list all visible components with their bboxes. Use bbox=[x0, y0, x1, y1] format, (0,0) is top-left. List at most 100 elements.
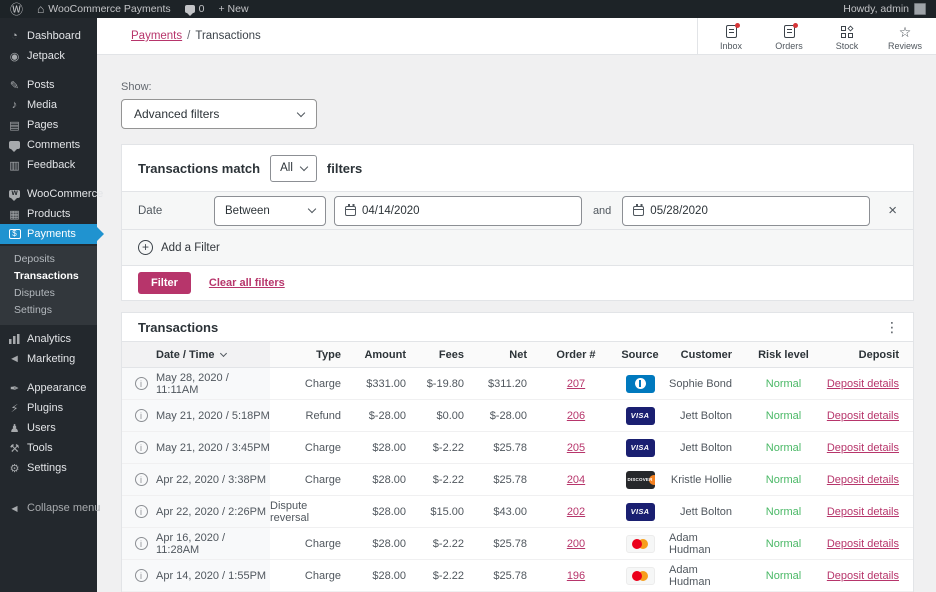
clear-all-filters-link[interactable]: Clear all filters bbox=[209, 277, 285, 289]
sidebar-item-products[interactable]: ▦ Products bbox=[0, 204, 97, 224]
cell-fees: $-2.22 bbox=[432, 537, 464, 550]
deposit-details-link[interactable]: Deposit details bbox=[827, 474, 899, 486]
date-operator-select[interactable]: Between bbox=[214, 195, 326, 226]
admin-sidebar: ◔ Dashboard ◉ Jetpack ✎ Posts ♪ Media ▤ Pages… bbox=[0, 18, 103, 592]
column-header-deposit[interactable]: Deposit bbox=[821, 342, 913, 367]
sidebar-item-posts[interactable]: ✎ Posts bbox=[0, 75, 97, 95]
filter-preset-area: Show: Advanced filters bbox=[97, 55, 936, 129]
column-header-type[interactable]: Type bbox=[270, 342, 355, 367]
sidebar-item-media[interactable]: ♪ Media bbox=[0, 95, 97, 115]
order-link[interactable]: 205 bbox=[567, 442, 585, 454]
sidebar-item-users[interactable]: ♟ Users bbox=[0, 418, 97, 438]
filter-preset-dropdown[interactable]: Advanced filters bbox=[121, 99, 317, 129]
sidebar-item-comments[interactable]: Comments bbox=[0, 135, 97, 155]
kebab-menu-icon[interactable]: ⋮ bbox=[885, 320, 899, 334]
column-header-order[interactable]: Order # bbox=[541, 342, 611, 367]
submenu-item-deposits[interactable]: Deposits bbox=[0, 251, 97, 268]
info-icon[interactable]: i bbox=[134, 473, 148, 486]
howdy-label: Howdy, admin bbox=[843, 3, 909, 15]
cell-date-time: May 21, 2020 / 5:18PM bbox=[156, 400, 270, 431]
submenu-item-settings[interactable]: Settings bbox=[0, 302, 97, 319]
wordpress-logo-menu[interactable]: Ⓦ bbox=[10, 3, 23, 16]
site-name-menu[interactable]: ⌂ WooCommerce Payments bbox=[37, 3, 171, 15]
table-header-row: Date / Time Type Amount Fees Net Order #… bbox=[122, 341, 913, 368]
column-header-amount[interactable]: Amount bbox=[355, 342, 420, 367]
cell-date-time: Apr 14, 2020 / 1:55PM bbox=[156, 560, 270, 591]
sidebar-item-marketing[interactable]: ◄ Marketing bbox=[0, 349, 97, 369]
comments-menu[interactable]: 0 bbox=[184, 3, 205, 16]
info-icon[interactable]: i bbox=[134, 537, 148, 550]
info-icon[interactable]: i bbox=[134, 441, 148, 454]
breadcrumb-payments-link[interactable]: Payments bbox=[131, 30, 182, 42]
sidebar-item-label: Comments bbox=[27, 139, 81, 151]
order-link[interactable]: 196 bbox=[567, 570, 585, 582]
filter-button[interactable]: Filter bbox=[138, 272, 191, 294]
sidebar-item-feedback[interactable]: ▥ Feedback bbox=[0, 155, 97, 175]
activity-panel: Inbox Orders Stock ☆ Reviews bbox=[697, 18, 936, 54]
transactions-table-card: Transactions ⋮ Date / Time Type Amount F… bbox=[121, 312, 914, 592]
date-to-input[interactable]: 05/28/2020 bbox=[622, 195, 871, 226]
deposit-details-link[interactable]: Deposit details bbox=[827, 506, 899, 518]
sidebar-item-label: Feedback bbox=[27, 159, 76, 171]
settings-gear-icon: ⚙ bbox=[9, 462, 20, 475]
column-header-customer[interactable]: Customer bbox=[669, 342, 746, 367]
sidebar-item-plugins[interactable]: ⚡ Plugins bbox=[0, 398, 97, 418]
sidebar-item-pages[interactable]: ▤ Pages bbox=[0, 115, 97, 135]
brush-icon: ✒ bbox=[9, 382, 20, 395]
deposit-details-link[interactable]: Deposit details bbox=[827, 442, 899, 454]
sidebar-item-payments[interactable]: $ Payments bbox=[0, 224, 97, 244]
table-row: i Apr 14, 2020 / 1:55PM Charge $28.00 $-… bbox=[122, 560, 913, 592]
sidebar-item-dashboard[interactable]: ◔ Dashboard bbox=[0, 26, 97, 46]
megaphone-icon: ◄ bbox=[9, 353, 20, 365]
info-icon[interactable]: i bbox=[134, 377, 148, 390]
column-header-date-time[interactable]: Date / Time bbox=[156, 342, 270, 367]
sidebar-item-label: Marketing bbox=[27, 353, 76, 365]
activity-tab-orders[interactable]: Orders bbox=[768, 21, 810, 54]
comments-bubble-icon bbox=[8, 141, 21, 152]
submenu-item-disputes[interactable]: Disputes bbox=[0, 285, 97, 302]
column-header-net[interactable]: Net bbox=[478, 342, 541, 367]
page-header: Payments / Transactions Inbox Orders Sto… bbox=[97, 18, 936, 55]
deposit-details-link[interactable]: Deposit details bbox=[827, 538, 899, 550]
filter-actions-row: Filter Clear all filters bbox=[122, 266, 913, 300]
sidebar-item-appearance[interactable]: ✒ Appearance bbox=[0, 378, 97, 398]
match-select[interactable]: All bbox=[270, 154, 317, 182]
new-content-menu[interactable]: + New bbox=[218, 3, 248, 15]
table-row: i Apr 16, 2020 / 11:28AM Charge $28.00 $… bbox=[122, 528, 913, 560]
deposit-details-link[interactable]: Deposit details bbox=[827, 570, 899, 582]
activity-tab-inbox[interactable]: Inbox bbox=[710, 21, 752, 54]
date-from-input[interactable]: 04/14/2020 bbox=[334, 195, 582, 226]
sidebar-item-settings[interactable]: ⚙ Settings bbox=[0, 458, 97, 478]
account-menu[interactable]: Howdy, admin bbox=[843, 3, 926, 15]
sidebar-item-woocommerce[interactable]: WooCommerce bbox=[0, 184, 103, 204]
cell-net: $25.78 bbox=[493, 473, 527, 486]
activity-tab-label: Reviews bbox=[887, 40, 922, 51]
order-link[interactable]: 204 bbox=[567, 474, 585, 486]
order-link[interactable]: 207 bbox=[567, 378, 585, 390]
sidebar-item-analytics[interactable]: Analytics bbox=[0, 329, 97, 349]
info-icon[interactable]: i bbox=[134, 569, 148, 582]
column-header-source[interactable]: Source bbox=[611, 342, 669, 367]
order-link[interactable]: 202 bbox=[567, 506, 585, 518]
info-icon[interactable]: i bbox=[134, 409, 148, 422]
activity-tab-reviews[interactable]: ☆ Reviews bbox=[884, 21, 926, 54]
comments-count: 0 bbox=[198, 3, 205, 15]
order-link[interactable]: 206 bbox=[567, 410, 585, 422]
column-header-risk-level[interactable]: Risk level bbox=[746, 342, 821, 367]
sidebar-item-tools[interactable]: ⚒ Tools bbox=[0, 438, 97, 458]
remove-filter-button[interactable]: × bbox=[888, 203, 897, 218]
admin-bar: Ⓦ ⌂ WooCommerce Payments 0 + New Howdy, a… bbox=[0, 0, 936, 18]
deposit-details-link[interactable]: Deposit details bbox=[827, 410, 899, 422]
activity-tab-stock[interactable]: Stock bbox=[826, 21, 868, 54]
add-filter-button[interactable]: Add a Filter bbox=[122, 230, 913, 266]
deposit-details-link[interactable]: Deposit details bbox=[827, 378, 899, 390]
order-link[interactable]: 200 bbox=[567, 538, 585, 550]
plugin-icon: ⚡ bbox=[10, 402, 19, 415]
collapse-menu-button[interactable]: ◀ Collapse menu bbox=[0, 498, 100, 518]
info-icon[interactable]: i bbox=[134, 505, 148, 518]
media-icon: ♪ bbox=[11, 99, 18, 111]
column-header-fees[interactable]: Fees bbox=[420, 342, 478, 367]
sidebar-item-label: Posts bbox=[27, 79, 55, 91]
sidebar-item-jetpack[interactable]: ◉ Jetpack bbox=[0, 46, 97, 66]
submenu-item-transactions[interactable]: Transactions bbox=[0, 268, 97, 285]
